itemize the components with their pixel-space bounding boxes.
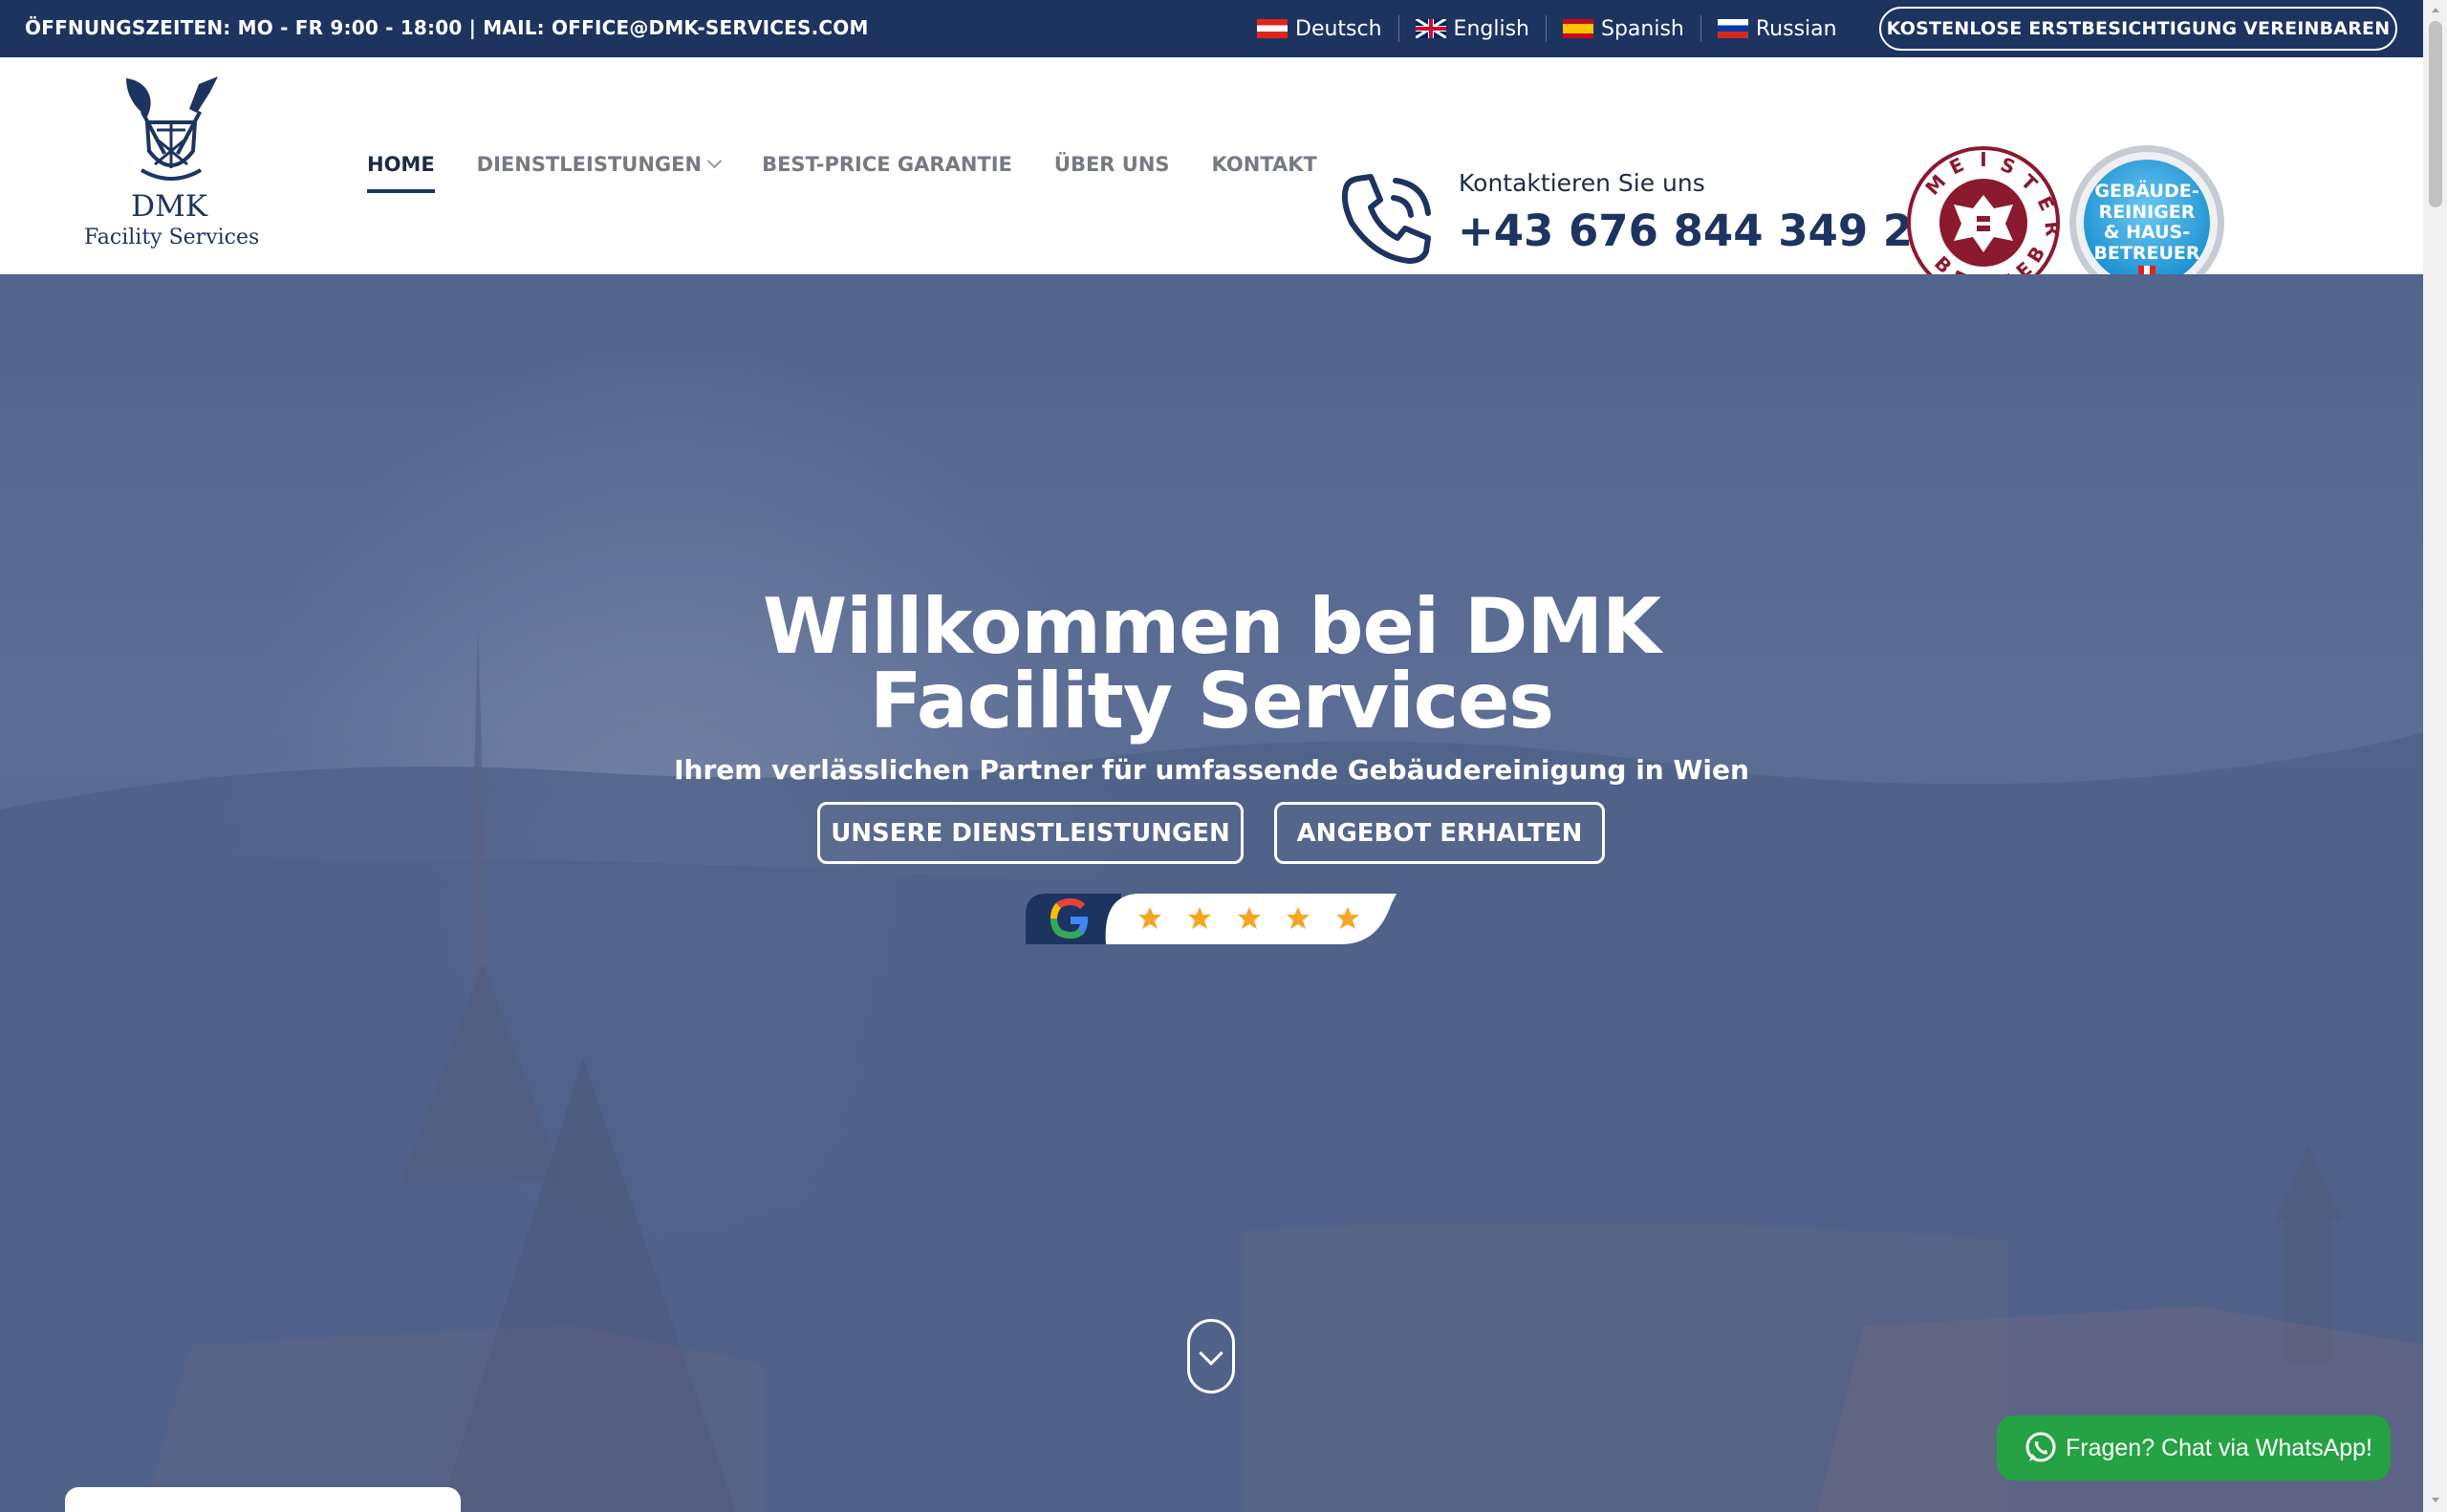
phone-icon: [1341, 174, 1431, 264]
nav-best-price[interactable]: BEST-PRICE GARANTIE: [762, 153, 1012, 197]
hero-title-line2: Facility Services: [869, 657, 1554, 745]
our-services-button[interactable]: UNSERE DIENSTLEISTUNGEN: [817, 802, 1244, 864]
opening-hours-text: ÖFFNUNGSZEITEN: MO - FR 9:00 - 18:00 | M…: [25, 16, 869, 39]
language-switcher: Deutsch English Spanish Russian: [1241, 13, 1853, 44]
free-inspection-button[interactable]: KOSTENLOSE ERSTBESICHTIGUNG VEREINBAREN: [1879, 7, 2397, 51]
scroll-down-button[interactable]: [1187, 1319, 1235, 1393]
whatsapp-icon: [2025, 1432, 2056, 1462]
language-label: Spanish: [1601, 16, 1684, 41]
get-offer-button[interactable]: ANGEBOT ERHALTEN: [1274, 802, 1605, 864]
scroll-down-arrow-icon[interactable]: [2429, 1493, 2442, 1506]
whatsapp-chat-button[interactable]: Fragen? Chat via WhatsApp!: [1997, 1415, 2391, 1480]
language-russian[interactable]: Russian: [1701, 15, 1853, 42]
svg-text:I: I: [1980, 148, 1986, 171]
hero-title: Willkommen bei DMK Facility Services: [0, 582, 2423, 745]
language-label: English: [1453, 16, 1529, 41]
main-nav: HOME DIENSTLEISTUNGEN BEST-PRICE GARANTI…: [367, 153, 1359, 197]
whatsapp-label: Fragen? Chat via WhatsApp!: [2066, 1434, 2372, 1461]
content-card-edge: [65, 1487, 461, 1512]
scroll-up-arrow-icon[interactable]: [2429, 4, 2442, 17]
page-scrollbar[interactable]: [2423, 0, 2447, 1512]
svg-text:R: R: [2040, 220, 2061, 237]
contact-label: Kontaktieren Sie uns: [1459, 169, 1705, 197]
contact-phone-number[interactable]: +43 676 844 349 202: [1458, 205, 1973, 256]
logo-tagline: Facility Services: [84, 226, 260, 249]
language-label: Russian: [1755, 16, 1837, 41]
hero-title-line1: Willkommen bei DMK: [762, 582, 1661, 671]
russia-flag-icon: [1717, 19, 1748, 38]
svg-text:GEBÄUDE-: GEBÄUDE-: [2094, 179, 2198, 202]
nav-about[interactable]: ÜBER UNS: [1054, 153, 1170, 197]
chevron-down-icon: [706, 153, 723, 169]
nav-home[interactable]: HOME: [367, 153, 435, 197]
nav-dienstleistungen-label: DIENSTLEISTUNGEN: [476, 153, 703, 176]
top-bar: ÖFFNUNGSZEITEN: MO - FR 9:00 - 18:00 | M…: [0, 0, 2423, 57]
spain-flag-icon: [1563, 19, 1593, 38]
svg-text:& HAUS-: & HAUS-: [2104, 222, 2190, 243]
site-header: DMK Facility Services HOME DIENSTLEISTUN…: [0, 57, 2423, 300]
language-spanish[interactable]: Spanish: [1547, 15, 1701, 42]
nav-contact[interactable]: KONTAKT: [1212, 153, 1317, 197]
austria-flag-icon: [1257, 19, 1288, 38]
language-english[interactable]: English: [1399, 15, 1547, 42]
logo-emblem-icon: [126, 76, 218, 181]
scrollbar-thumb[interactable]: [2429, 21, 2442, 207]
language-label: Deutsch: [1295, 16, 1382, 41]
language-deutsch[interactable]: Deutsch: [1241, 15, 1399, 42]
nav-dienstleistungen[interactable]: DIENSTLEISTUNGEN: [476, 153, 723, 197]
svg-text:REINIGER: REINIGER: [2099, 202, 2196, 223]
hero-subtitle: Ihrem verlässlichen Partner für umfassen…: [674, 754, 1749, 786]
uk-flag-icon: [1415, 19, 1446, 38]
svg-text:BETREUER: BETREUER: [2093, 243, 2199, 264]
logo-name: DMK: [131, 189, 207, 224]
google-rating-badge[interactable]: [1026, 894, 1397, 944]
chevron-down-icon: [1199, 1341, 1224, 1366]
logo[interactable]: DMK Facility Services: [84, 75, 261, 256]
hero-section: Willkommen bei DMK Facility Services Ihr…: [0, 274, 2423, 1512]
